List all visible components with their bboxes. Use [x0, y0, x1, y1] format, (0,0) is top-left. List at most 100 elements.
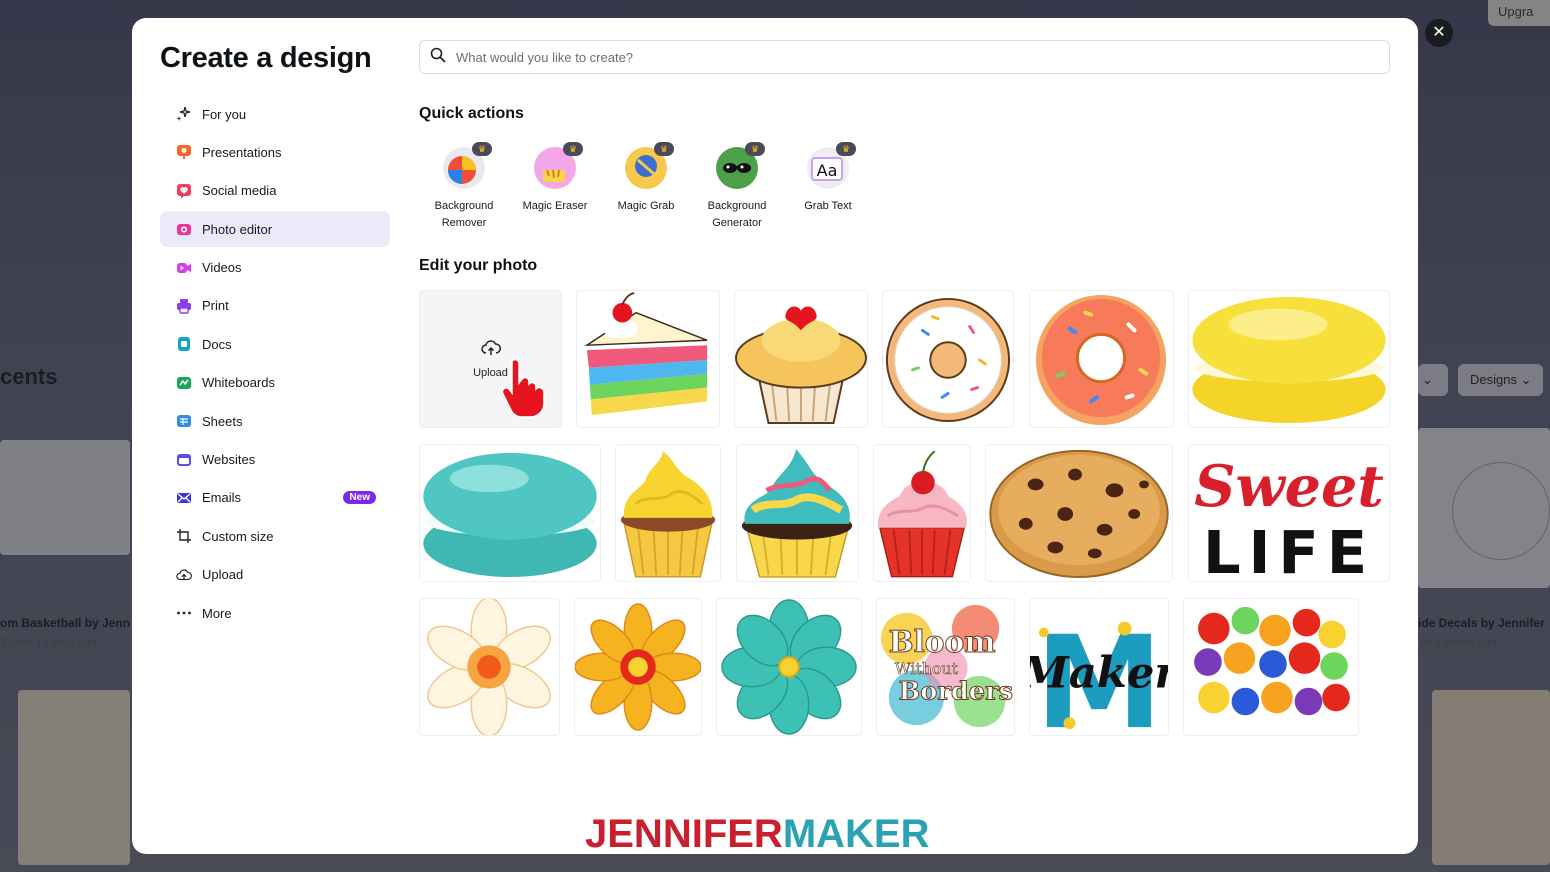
svg-text:Aa: Aa — [817, 161, 838, 180]
photo-tile-fruit-letter[interactable] — [1183, 598, 1359, 736]
quick-actions-title: Quick actions — [419, 105, 524, 122]
crown-icon: ♛ — [836, 142, 856, 156]
nav-label: Presentations — [202, 144, 282, 160]
jennifermaker-watermark: JENNIFERMAKER — [585, 812, 929, 854]
new-badge: New — [343, 490, 376, 504]
edit-photo-title: Edit your photo — [419, 257, 538, 274]
life-text: LIFE — [1203, 518, 1375, 581]
nav-label: Whiteboards — [202, 375, 275, 391]
photo-tile-cake-slice[interactable] — [576, 290, 720, 428]
nav-label: Print — [202, 298, 229, 314]
photo-tile-sweet-life[interactable]: Sweet LIFE — [1188, 444, 1390, 582]
photo-tile-cupcake-heart[interactable] — [734, 290, 868, 428]
nav-item-websites[interactable]: Websites — [160, 442, 390, 478]
nav-label: More — [202, 605, 232, 621]
nav-label: Videos — [202, 260, 242, 276]
search-input[interactable] — [456, 49, 1356, 65]
nav-item-print[interactable]: Print — [160, 288, 390, 324]
search-bar[interactable] — [419, 40, 1390, 74]
category-nav: For you Presentations Social media Photo… — [160, 96, 390, 633]
qa-label-line: Background — [707, 200, 767, 212]
quick-action-label: Magic Grab — [617, 200, 675, 212]
photo-tile-m-maker[interactable]: MMaker — [1029, 598, 1169, 736]
qa-label-line: Background — [434, 200, 494, 212]
cloud-upload-icon — [176, 567, 192, 583]
nav-item-social-media[interactable]: Social media — [160, 173, 390, 209]
qa-label-line: Remover — [441, 217, 487, 229]
borders-text: Borders — [899, 677, 1013, 707]
watermark-part1: JENNIFER — [585, 812, 783, 854]
upload-tile[interactable]: Upload — [419, 290, 562, 428]
nav-label: Custom size — [202, 528, 274, 544]
crown-icon: ♛ — [472, 142, 492, 156]
photo-tile-flower-white[interactable] — [419, 598, 560, 736]
presentation-icon — [176, 144, 192, 160]
doc-icon — [176, 336, 192, 352]
without-text: Without — [895, 659, 959, 678]
photo-tile-flower-teal[interactable] — [716, 598, 862, 736]
nav-item-docs[interactable]: Docs — [160, 326, 390, 362]
quick-action-background-generator[interactable]: ♛ Background Generator — [697, 142, 777, 232]
quick-action-magic-grab[interactable]: ♛ Magic Grab — [606, 142, 686, 215]
grab-text-icon: Aa ♛ — [806, 142, 856, 190]
nav-item-emails[interactable]: Emails New — [160, 480, 390, 516]
sweet-text: Sweet — [1194, 453, 1384, 520]
search-icon — [430, 47, 446, 68]
crown-icon: ♛ — [563, 142, 583, 156]
nav-label: Websites — [202, 452, 256, 468]
website-icon — [176, 452, 192, 468]
camera-icon — [176, 221, 192, 237]
background-generator-icon: ♛ — [715, 142, 765, 190]
photo-tile-flower-orange[interactable] — [574, 598, 702, 736]
nav-item-presentations[interactable]: Presentations — [160, 134, 390, 170]
quick-action-background-remover[interactable]: ♛ Background Remover — [424, 142, 504, 232]
bloom-text: Bloom — [889, 624, 996, 659]
whiteboard-icon — [176, 375, 192, 391]
quick-action-label: Background Generator — [697, 198, 777, 232]
photo-tile-macaron-yellow[interactable] — [1188, 290, 1390, 428]
background-remover-icon: ♛ — [442, 142, 492, 190]
nav-label: Docs — [202, 336, 232, 352]
photo-tile-cookie[interactable] — [985, 444, 1173, 582]
photo-tile-cupcake-cherry[interactable] — [873, 444, 971, 582]
nav-item-whiteboards[interactable]: Whiteboards — [160, 365, 390, 401]
photo-tile-cupcake-yellow[interactable] — [615, 444, 721, 582]
photo-tile-cupcake-rainbow[interactable] — [736, 444, 859, 582]
nav-item-photo-editor[interactable]: Photo editor — [160, 211, 390, 248]
nav-label: For you — [202, 106, 247, 122]
photo-tile-donut-pink[interactable] — [1029, 290, 1174, 428]
sparkle-icon — [176, 106, 192, 122]
maker-text: Maker — [1030, 648, 1168, 699]
cloud-upload-icon — [480, 339, 501, 357]
close-icon[interactable]: ✕ — [1425, 19, 1453, 47]
printer-icon — [176, 298, 192, 314]
quick-action-label: Magic Eraser — [522, 200, 588, 212]
photo-tile-bloom-without-borders[interactable]: Bloom Without Borders — [876, 598, 1015, 736]
nav-label: Photo editor — [202, 221, 273, 237]
video-icon — [176, 260, 192, 276]
nav-item-videos[interactable]: Videos — [160, 250, 390, 286]
quick-action-magic-eraser[interactable]: ♛ Magic Eraser — [515, 142, 595, 215]
quick-action-label: Grab Text — [804, 200, 852, 212]
nav-item-upload[interactable]: Upload — [160, 557, 390, 593]
crown-icon: ♛ — [745, 142, 765, 156]
nav-item-custom-size[interactable]: Custom size — [160, 518, 390, 554]
qa-label-line: Generator — [712, 217, 762, 229]
nav-item-more[interactable]: More — [160, 595, 390, 631]
nav-label: Social media — [202, 183, 277, 199]
nav-item-sheets[interactable]: Sheets — [160, 403, 390, 439]
nav-item-for-you[interactable]: For you — [160, 96, 390, 132]
create-design-modal: Create a design For you Presentations So… — [132, 18, 1418, 854]
crop-icon — [176, 528, 192, 544]
modal-title: Create a design — [160, 42, 372, 74]
nav-label: Upload — [202, 567, 244, 583]
crown-icon: ♛ — [654, 142, 674, 156]
email-icon — [176, 490, 192, 506]
magic-eraser-icon: ♛ — [533, 142, 583, 190]
photo-tile-donut-white[interactable] — [882, 290, 1014, 428]
photo-tile-macaron-teal[interactable] — [419, 444, 601, 582]
heart-icon — [176, 183, 192, 199]
nav-label: Emails — [202, 490, 242, 506]
magic-grab-icon: ♛ — [624, 142, 674, 190]
quick-action-grab-text[interactable]: Aa ♛ Grab Text — [788, 142, 868, 215]
